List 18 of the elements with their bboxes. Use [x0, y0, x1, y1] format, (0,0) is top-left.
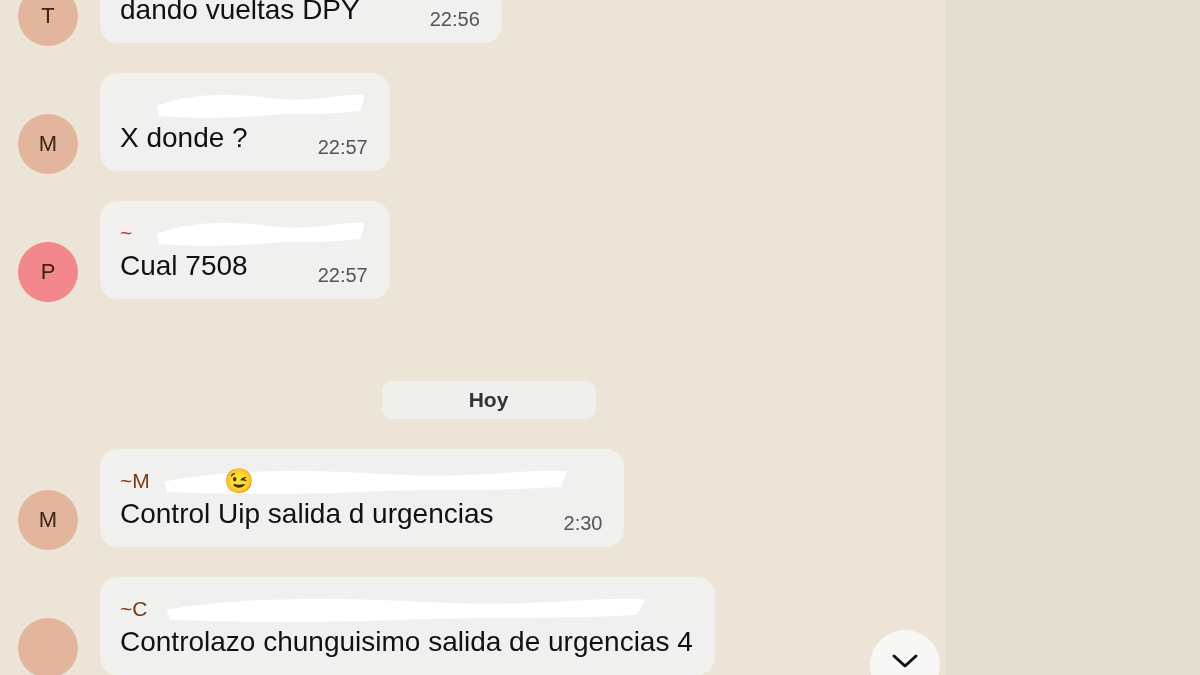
message-time: 2:30: [563, 512, 603, 535]
sender-name: ~M: [120, 469, 150, 493]
message-time: 22:56: [429, 8, 480, 31]
sender-name: ~: [120, 221, 133, 245]
avatar: T: [18, 0, 78, 46]
chevron-down-icon: [891, 652, 919, 670]
message-text: X donde ?: [120, 121, 248, 155]
message-text: Cual 7508: [120, 249, 248, 283]
message-text: Controlazo chunguisimo salida de urgencias 4: [120, 625, 693, 659]
message-time: 22:57: [317, 264, 368, 287]
date-chip: Hoy: [381, 381, 596, 419]
message-time: 22:57: [317, 136, 368, 159]
avatar: M: [18, 114, 78, 174]
avatar: M: [18, 490, 78, 550]
avatar: P: [18, 242, 78, 302]
emoji: 😉: [223, 467, 254, 495]
message-text: Control Uip salida d urgencias: [120, 497, 494, 531]
sender-name: ~C: [120, 597, 148, 621]
